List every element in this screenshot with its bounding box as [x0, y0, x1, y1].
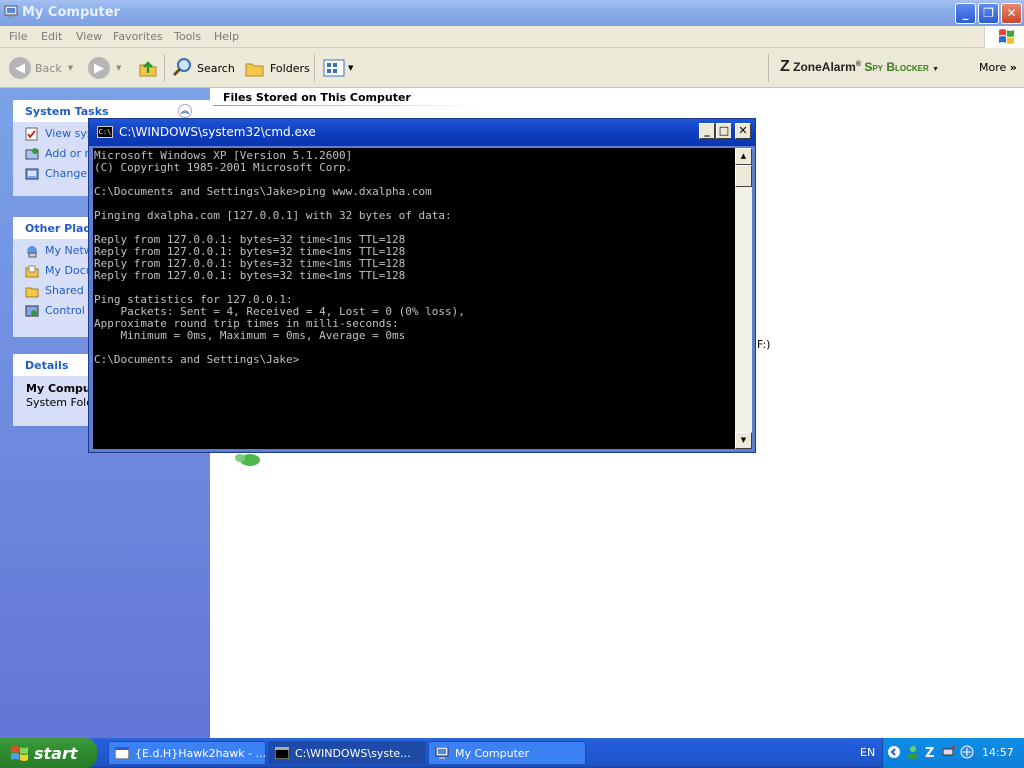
console-line: (C) Copyright 1985-2001 Microsoft Corp.	[94, 161, 353, 174]
views-icon	[323, 59, 345, 77]
scroll-thumb[interactable]	[735, 165, 752, 187]
views-dropdown-icon: ▼	[348, 64, 354, 72]
up-folder-icon	[139, 61, 157, 77]
zonealarm-z-icon: Z	[780, 58, 790, 75]
menu-bar: File Edit View Favorites Tools Help	[0, 26, 1024, 48]
search-icon	[172, 58, 191, 77]
console-line: Reply from 127.0.0.1: bytes=32 time<1ms …	[94, 269, 406, 282]
windows-logo-icon	[11, 746, 28, 761]
zonealarm-tray-icon[interactable]: Z	[924, 745, 938, 759]
menu-favorites[interactable]: Favorites	[113, 30, 163, 43]
menu-view[interactable]: View	[76, 30, 102, 43]
windows-logo-icon	[999, 29, 1014, 44]
drive-label-fragment[interactable]: F:)	[757, 338, 770, 351]
explorer-title: My Computer	[22, 5, 120, 20]
cmd-title: C:\WINDOWS\system32\cmd.exe	[119, 125, 316, 139]
collapse-chevron-icon[interactable]: ︽	[178, 104, 192, 118]
network-places-icon	[27, 245, 37, 257]
chevron-right-icon: »	[1009, 61, 1017, 74]
language-indicator[interactable]: EN	[860, 746, 875, 759]
my-computer-icon	[435, 747, 449, 759]
system-info-icon	[25, 127, 38, 140]
forward-dropdown-icon: ▼	[116, 64, 122, 72]
content-heading-rule	[213, 105, 483, 106]
console-line: Pinging dxalpha.com [127.0.0.1] with 32 …	[94, 209, 452, 222]
toolbar-separator	[768, 54, 769, 82]
back-dropdown-icon: ▼	[67, 64, 74, 72]
menu-tools[interactable]: Tools	[174, 30, 201, 43]
taskbar: start {E.d.H}Hawk2hawk - ... C:\WINDOWS\…	[0, 738, 1024, 768]
console-output[interactable]: Microsoft Windows XP [Version 5.1.2600](…	[93, 148, 735, 449]
tray-collapse-chevron-icon[interactable]	[887, 745, 901, 759]
cmd-minimize-button[interactable]: _	[699, 123, 715, 139]
svg-text:Z: Z	[925, 746, 934, 759]
cmd-maximize-button[interactable]: □	[716, 123, 732, 139]
network-connection-icon[interactable]	[960, 745, 974, 759]
console-line: C:\Documents and Settings\Jake>ping www.…	[94, 185, 432, 198]
console-line: C:\Documents and Settings\Jake>	[94, 353, 300, 366]
maximize-button[interactable]: ❐	[978, 3, 999, 24]
zonealarm-spy-blocker[interactable]: Z ZoneAlarm® Spy Blocker ▼	[780, 58, 939, 76]
shared-folder-icon	[25, 287, 39, 297]
taskbar-item-cmd[interactable]: C:\WINDOWS\syste...	[268, 741, 426, 765]
search-button[interactable]: Search	[171, 56, 235, 80]
taskbar-item-hawk2hawk[interactable]: {E.d.H}Hawk2hawk - ...	[108, 741, 266, 765]
my-computer-icon	[4, 5, 18, 18]
cmd-close-button[interactable]: ✕	[735, 123, 751, 139]
document-window-icon	[115, 747, 129, 759]
close-button[interactable]: ✕	[1001, 3, 1022, 24]
windows-flag-logo	[984, 26, 1024, 48]
back-button[interactable]: ◀ Back ▼	[9, 56, 73, 80]
toolbar-separator	[164, 54, 165, 82]
folders-button[interactable]: Folders	[244, 56, 310, 80]
console-line: Minimum = 0ms, Maximum = 0ms, Average = …	[94, 329, 406, 342]
taskbar-item-my-computer[interactable]: My Computer	[428, 741, 586, 765]
more-button[interactable]: More »	[979, 61, 1017, 74]
scroll-down-arrow-icon[interactable]: ▼	[735, 432, 752, 449]
menu-edit[interactable]: Edit	[41, 30, 62, 43]
control-panel-icon	[25, 168, 39, 179]
console-icon	[275, 747, 289, 759]
forward-arrow-icon: ▶	[88, 57, 110, 79]
cmd-window: C:\ C:\WINDOWS\system32\cmd.exe _ □ ✕ Mi…	[88, 118, 756, 453]
standard-toolbar: ◀ Back ▼ ▶ ▼ Search Folders ▼ Z ZoneAlar…	[0, 48, 1024, 88]
console-icon: C:\	[97, 126, 113, 138]
zonealarm-dropdown-icon: ▼	[932, 66, 940, 73]
console-scrollbar[interactable]: ▲ ▼	[735, 148, 752, 449]
safely-remove-hardware-icon[interactable]	[942, 745, 956, 759]
views-button[interactable]: ▼	[322, 56, 353, 80]
forward-button[interactable]: ▶ ▼	[88, 56, 121, 80]
up-folder-button[interactable]	[137, 56, 159, 80]
messenger-icon[interactable]	[906, 745, 920, 759]
scroll-up-arrow-icon[interactable]: ▲	[735, 148, 752, 165]
folders-icon	[245, 63, 264, 77]
start-button[interactable]: start	[0, 738, 97, 768]
toolbar-separator	[314, 54, 315, 82]
add-remove-programs-icon	[25, 147, 39, 159]
system-clock[interactable]: 14:57	[982, 746, 1014, 759]
cmd-titlebar[interactable]: C:\ C:\WINDOWS\system32\cmd.exe _ □ ✕	[89, 119, 755, 146]
menu-help[interactable]: Help	[214, 30, 239, 43]
minimize-button[interactable]: _	[955, 3, 976, 24]
control-panel-icon	[25, 305, 39, 316]
content-group-heading: Files Stored on This Computer	[223, 91, 411, 104]
menu-file[interactable]: File	[9, 30, 27, 43]
explorer-titlebar[interactable]: My Computer _ ❐ ✕	[0, 0, 1024, 26]
my-documents-icon	[25, 265, 39, 277]
back-arrow-icon: ◀	[9, 57, 31, 79]
